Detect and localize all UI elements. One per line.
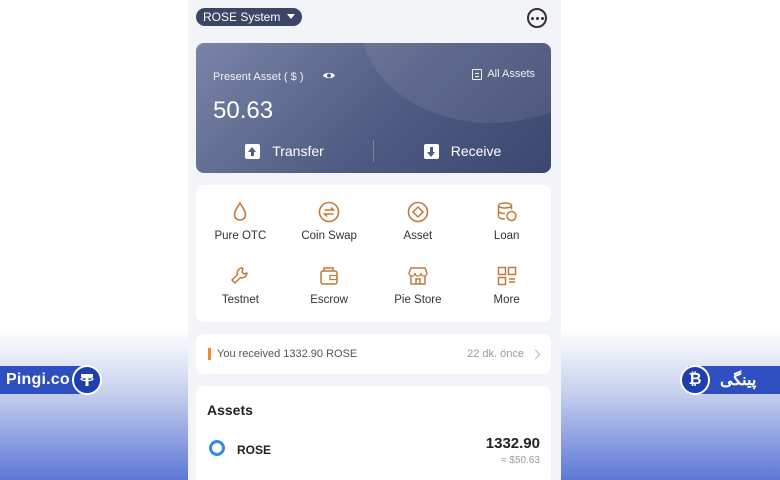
wallet-icon bbox=[320, 267, 338, 285]
assets-section: Assets ROSE 1332.90 ≈ $50.63 bbox=[196, 386, 551, 480]
chat-bubble-icon[interactable] bbox=[527, 8, 547, 28]
all-assets-label: All Assets bbox=[487, 68, 535, 80]
present-asset-label: Present Asset ( $ ) bbox=[213, 71, 304, 83]
eye-icon[interactable] bbox=[322, 71, 336, 80]
download-icon bbox=[423, 143, 439, 159]
asset-usd-value: ≈ $50.63 bbox=[501, 455, 540, 466]
feature-pie-store[interactable]: Pie Store bbox=[374, 253, 463, 317]
right-gradient bbox=[561, 330, 780, 480]
all-assets-link[interactable]: All Assets bbox=[472, 68, 535, 80]
feature-loan[interactable]: Loan bbox=[462, 189, 551, 253]
right-background bbox=[561, 0, 780, 480]
notice-time: 22 dk. önce bbox=[467, 348, 524, 360]
wrench-icon bbox=[231, 267, 249, 284]
rose-token-icon bbox=[209, 440, 225, 456]
upload-icon bbox=[245, 143, 261, 159]
present-asset-card: Present Asset ( $ ) All Assets 50.63 Tra… bbox=[196, 43, 551, 173]
coins-stack-icon bbox=[497, 202, 517, 222]
asset-row[interactable]: ROSE 1332.90 ≈ $50.63 bbox=[196, 432, 551, 472]
chevron-right-icon bbox=[530, 349, 541, 359]
assets-title: Assets bbox=[207, 402, 253, 418]
feature-label: Escrow bbox=[310, 294, 348, 306]
card-actions: Transfer Receive bbox=[196, 139, 551, 163]
tether-icon bbox=[72, 365, 102, 395]
feature-label: Pie Store bbox=[394, 294, 442, 306]
feature-pure-otc[interactable]: Pure OTC bbox=[196, 189, 285, 253]
top-bar: ROSE System bbox=[196, 8, 553, 28]
swap-icon bbox=[318, 201, 340, 223]
feature-escrow[interactable]: Escrow bbox=[285, 253, 374, 317]
grid-icon bbox=[497, 266, 516, 286]
network-selector[interactable]: ROSE System bbox=[196, 8, 303, 26]
phone-screen: ROSE System Present Asset ( $ ) All Asse… bbox=[188, 0, 561, 480]
feature-label: Asset bbox=[403, 230, 433, 242]
diamond-icon bbox=[407, 201, 429, 223]
receive-button[interactable]: Receive bbox=[374, 139, 551, 163]
brand-text-right: پینگی bbox=[720, 372, 757, 389]
transfer-button[interactable]: Transfer bbox=[196, 139, 373, 163]
droplet-icon bbox=[234, 201, 247, 221]
feature-testnet[interactable]: Testnet bbox=[196, 253, 285, 317]
feature-label: Pure OTC bbox=[214, 230, 267, 242]
feature-coin-swap[interactable]: Coin Swap bbox=[285, 189, 374, 253]
feature-more[interactable]: More bbox=[462, 253, 551, 317]
network-label: ROSE System bbox=[203, 10, 281, 24]
transfer-label: Transfer bbox=[272, 143, 324, 159]
brand-text-left: Pingi.co bbox=[6, 371, 70, 388]
feature-asset[interactable]: Asset bbox=[374, 189, 463, 253]
caret-down-icon bbox=[287, 14, 296, 19]
notice-accent-bar bbox=[208, 348, 211, 360]
feature-label: More bbox=[493, 294, 520, 306]
left-background bbox=[0, 0, 188, 480]
balance-value: 50.63 bbox=[213, 97, 274, 124]
feature-label: Testnet bbox=[221, 294, 259, 306]
document-icon bbox=[472, 68, 483, 80]
transaction-notice[interactable]: You received 1332.90 ROSE 22 dk. önce bbox=[196, 334, 551, 374]
receive-label: Receive bbox=[450, 143, 502, 159]
feature-label: Loan bbox=[493, 230, 520, 242]
bitcoin-icon: ₿ bbox=[680, 365, 710, 395]
left-gradient bbox=[0, 330, 188, 480]
asset-amount: 1332.90 bbox=[485, 435, 540, 452]
feature-label: Coin Swap bbox=[301, 230, 357, 242]
notice-message: You received 1332.90 ROSE bbox=[217, 348, 358, 360]
feature-grid: Pure OTC Coin Swap Asset Loan Testnet Es… bbox=[196, 185, 551, 322]
store-icon bbox=[408, 267, 428, 285]
asset-name: ROSE bbox=[237, 443, 272, 457]
card-glow bbox=[361, 43, 551, 123]
